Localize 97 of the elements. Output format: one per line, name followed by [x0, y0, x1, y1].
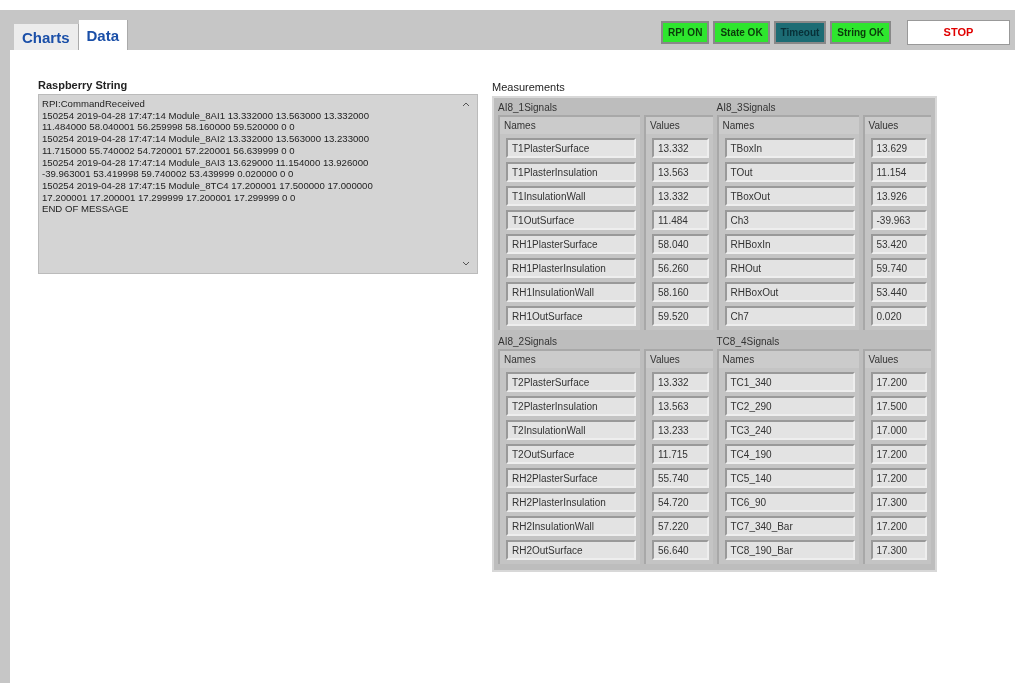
signal-name: TC5_140: [724, 468, 855, 488]
signal-name: RH1InsulationWall: [506, 282, 636, 302]
signal-name: TOut: [724, 162, 855, 182]
signal-value: 17.200: [870, 372, 927, 392]
message-line: 150254 2019-04-28 17:47:14 Module_8AI3 13.629000 11.154000 13.926000: [42, 156, 370, 169]
signal-name: T2InsulationWall: [506, 420, 636, 440]
signal-name: T2PlasterSurface: [506, 372, 636, 392]
message-line: 17.200001 17.200001 17.299999 17.200001 17.299999 0 0: [42, 191, 297, 204]
cluster-title: AI8_3Signals: [716, 101, 777, 115]
measurements-label: Measurements: [492, 81, 566, 93]
column-header: Values: [864, 351, 931, 368]
scroll-down-icon[interactable]: [462, 261, 470, 266]
signal-name: TC3_240: [724, 420, 855, 440]
signal-value: -39.963: [870, 210, 927, 230]
signal-name: TC1_340: [724, 372, 855, 392]
signal-name: T1OutSurface: [506, 210, 636, 230]
message-line: RPI:CommandReceived: [42, 98, 146, 110]
column-header: Values: [646, 117, 713, 134]
message-line: 11.715000 55.740002 54.720001 57.220001 56.639999 0 0: [42, 144, 296, 157]
signal-value: 13.332: [652, 138, 709, 158]
signal-value: 13.563: [652, 396, 709, 416]
signal-name: TBoxOut: [724, 186, 855, 206]
signal-value: 13.332: [652, 372, 709, 392]
message-line: END OF MESSAGE: [42, 203, 130, 216]
column-header: Names: [718, 351, 859, 368]
cluster-title: AI8_2Signals: [498, 335, 558, 349]
signal-name: RHOut: [724, 258, 855, 278]
signal-name: RH2OutSurface: [506, 540, 636, 560]
signal-value: 58.040: [652, 234, 709, 254]
column-header: Values: [864, 117, 931, 134]
signal-name: TC8_190_Bar: [724, 540, 855, 560]
signal-value: 53.440: [870, 282, 927, 302]
signal-name: RHBoxOut: [724, 282, 855, 302]
signal-value: 17.200: [870, 516, 927, 536]
signal-name: Ch7: [724, 306, 855, 326]
signal-value: 56.260: [652, 258, 709, 278]
signal-value: 17.300: [870, 540, 927, 560]
column-header: Names: [500, 351, 640, 368]
signal-value: 0.020: [870, 306, 927, 326]
message-line: 11.484000 58.040001 56.259998 58.160000 59.520000 0 0: [42, 121, 296, 134]
signal-value: 13.233: [652, 420, 709, 440]
signal-value: 59.740: [870, 258, 927, 278]
message-line: 150254 2019-04-28 17:47:14 Module_8AI1 13.332000 13.563000 13.332000: [42, 109, 370, 122]
status-indicator: RPI ON: [660, 20, 710, 44]
stop-button[interactable]: STOP: [907, 19, 1010, 45]
signal-value: 11.154: [870, 162, 927, 182]
status-indicator: State OK: [713, 20, 770, 44]
signal-name: TBoxIn: [724, 138, 855, 158]
signal-name: RH1PlasterInsulation: [506, 258, 636, 278]
signal-value: 13.629: [870, 138, 927, 158]
signal-name: TC6_90: [724, 492, 855, 512]
signal-value: 58.160: [652, 282, 709, 302]
column-header: Values: [646, 351, 713, 368]
cluster-title: TC8_4Signals: [716, 335, 781, 349]
signal-name: RHBoxIn: [724, 234, 855, 254]
status-indicator: Timeout: [773, 20, 827, 44]
signal-name: RH2PlasterSurface: [506, 468, 636, 488]
signal-value: 53.420: [870, 234, 927, 254]
signal-value: 17.200: [870, 444, 927, 464]
signal-value: 11.715: [652, 444, 709, 464]
signal-value: 13.332: [652, 186, 709, 206]
signal-name: RH1OutSurface: [506, 306, 636, 326]
signal-value: 17.200: [870, 468, 927, 488]
signal-name: Ch3: [724, 210, 855, 230]
message-line: 150254 2019-04-28 17:47:15 Module_8TC4 17.200001 17.500000 17.000000: [42, 179, 374, 192]
string-label: Raspberry String: [38, 79, 129, 91]
status-indicator: String OK: [830, 20, 891, 44]
signal-name: RH2InsulationWall: [506, 516, 636, 536]
signal-value: 11.484: [652, 210, 709, 230]
signal-name: T1InsulationWall: [506, 186, 636, 206]
column-header: Names: [500, 117, 640, 134]
signal-value: 54.720: [652, 492, 709, 512]
message-line: 150254 2019-04-28 17:47:14 Module_8AI2 13.332000 13.563000 13.233000: [42, 133, 370, 145]
signal-name: RH2PlasterInsulation: [506, 492, 636, 512]
signal-name: T1PlasterInsulation: [506, 162, 636, 182]
signal-value: 56.640: [652, 540, 709, 560]
tab[interactable]: Charts: [14, 24, 79, 50]
signal-name: TC2_290: [724, 396, 855, 416]
tab[interactable]: Data: [78, 20, 129, 50]
signal-name: TC7_340_Bar: [724, 516, 855, 536]
column-header: Names: [718, 117, 859, 134]
signal-name: T2PlasterInsulation: [506, 396, 636, 416]
signal-name: T1PlasterSurface: [506, 138, 636, 158]
signal-value: 13.926: [870, 186, 927, 206]
signal-value: 17.300: [870, 492, 927, 512]
signal-value: 13.563: [652, 162, 709, 182]
signal-value: 57.220: [652, 516, 709, 536]
signal-value: 55.740: [652, 468, 709, 488]
cluster-title: AI8_1Signals: [498, 101, 558, 115]
signal-name: RH1PlasterSurface: [506, 234, 636, 254]
signal-value: 17.000: [870, 420, 927, 440]
signal-name: T2OutSurface: [506, 444, 636, 464]
signal-name: TC4_190: [724, 444, 855, 464]
scroll-up-icon[interactable]: [462, 102, 470, 107]
signal-value: 59.520: [652, 306, 709, 326]
signal-value: 17.500: [870, 396, 927, 416]
message-line: -39.963001 53.419998 59.740002 53.439999 0.020000 0 0: [42, 168, 295, 180]
